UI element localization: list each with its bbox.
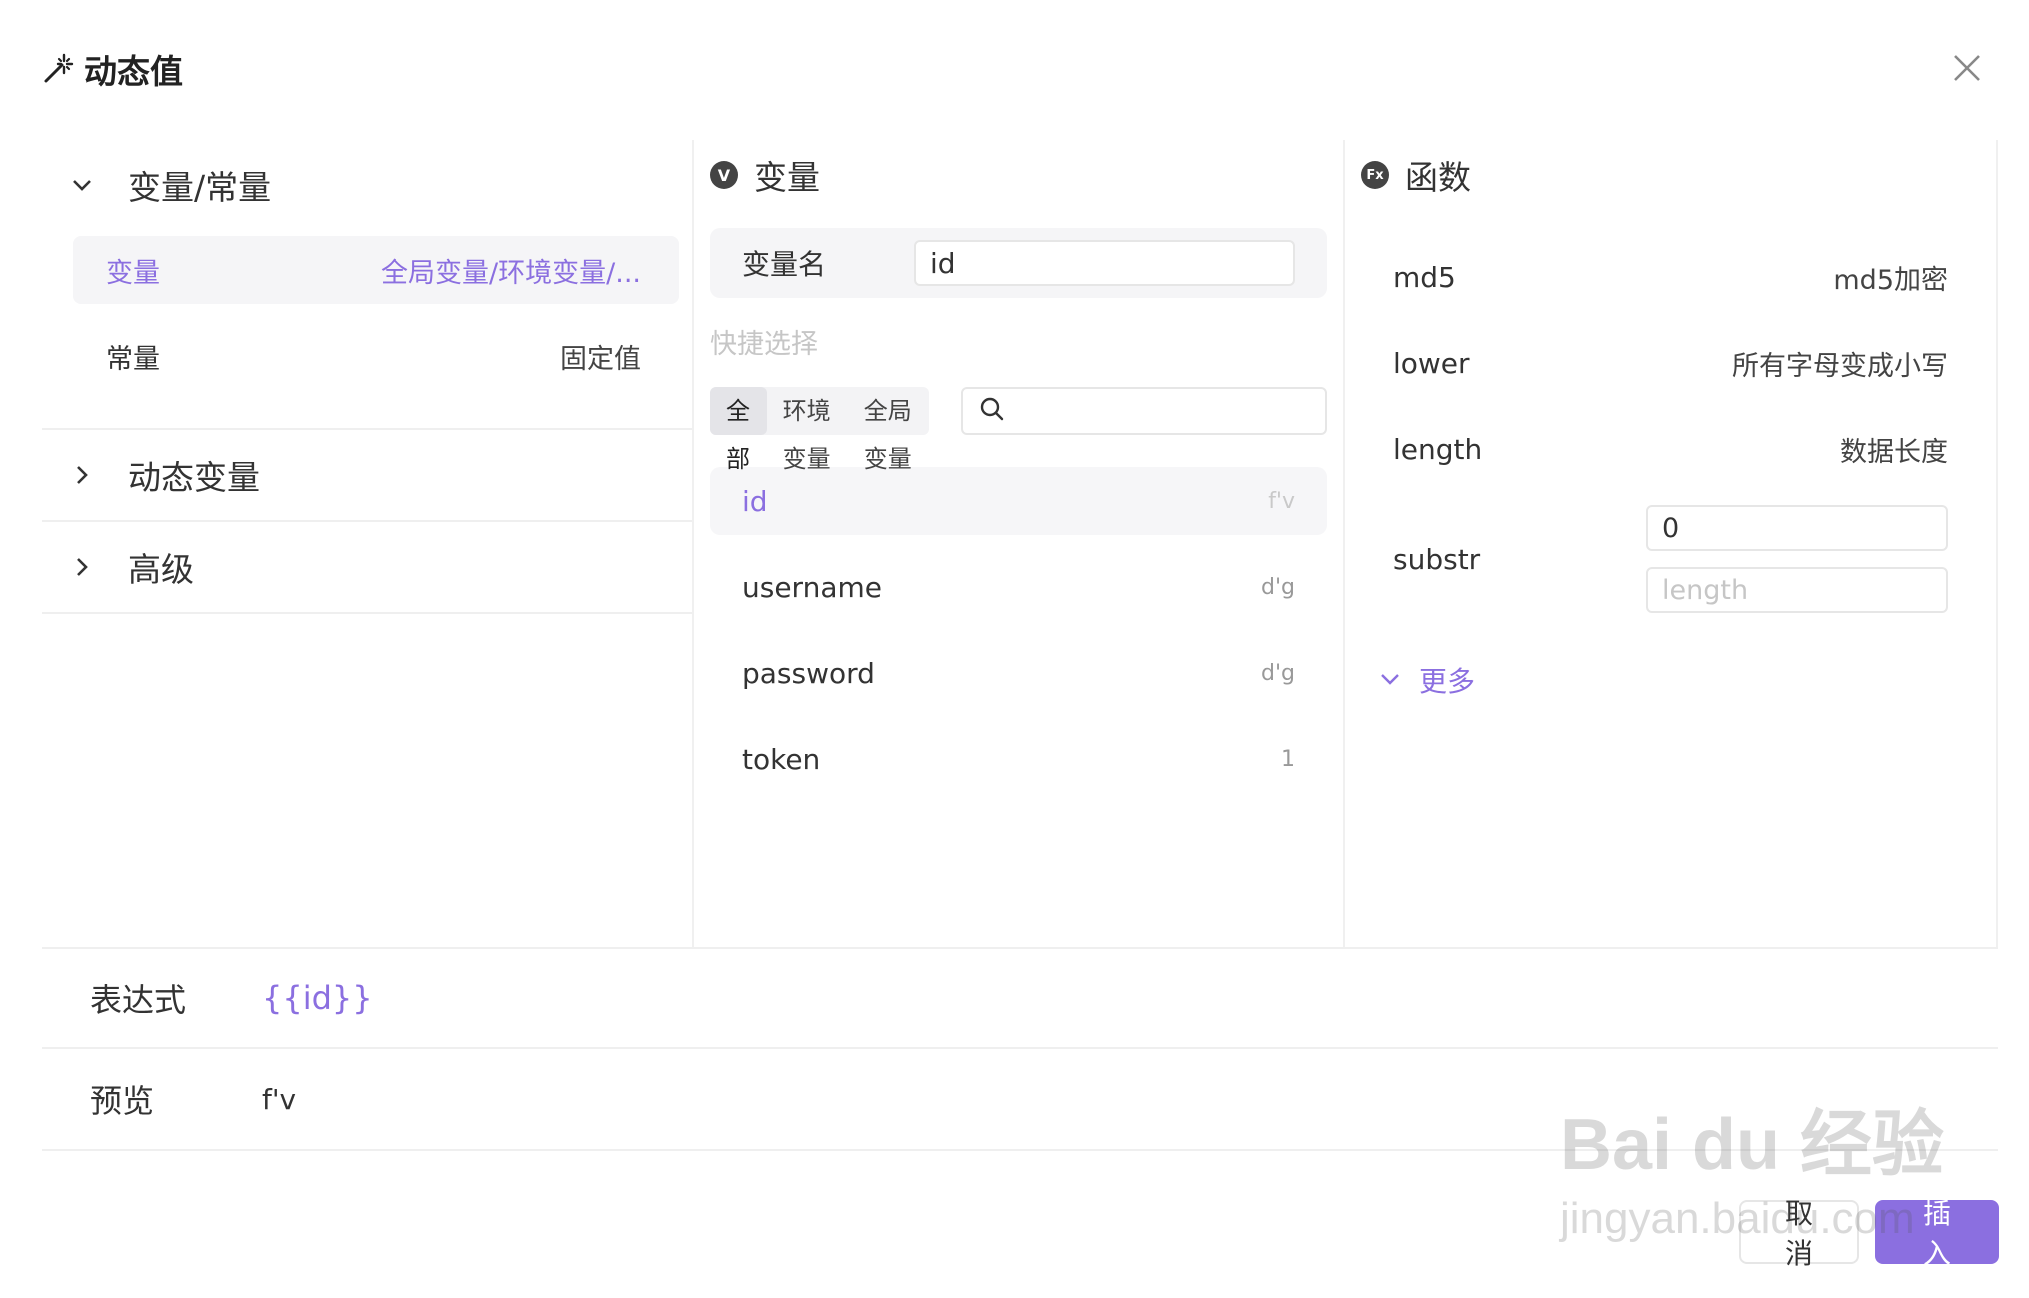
filter-env-vars[interactable]: 环境变量 xyxy=(767,387,848,473)
substr-start-input[interactable] xyxy=(1646,505,1948,551)
dialog-panels: 变量/常量 变量 全局变量/环境变量/... 常量 固定值 动态变量 高级 V … xyxy=(42,140,1998,947)
function-name: substr xyxy=(1393,542,1481,576)
chevron-right-icon xyxy=(70,555,94,579)
magic-wand-icon xyxy=(42,53,74,85)
function-item-substr[interactable]: substr xyxy=(1345,492,1996,626)
variable-badge-icon: V xyxy=(710,161,738,189)
function-list: md5 md5加密 lower 所有字母变成小写 length 数据长度 sub… xyxy=(1345,234,1996,626)
variable-panel: V 变量 变量名 快捷选择 全部 环境变量 全局变量 xyxy=(692,140,1343,947)
category-item-variable[interactable]: 变量 全局变量/环境变量/... xyxy=(73,236,679,304)
variable-item-value: 1 xyxy=(1281,746,1295,772)
category-item-constant[interactable]: 常量 固定值 xyxy=(73,322,679,390)
function-badge-icon: Fx xyxy=(1361,161,1389,189)
variable-item-name: username xyxy=(742,570,882,604)
function-item-lower[interactable]: lower 所有字母变成小写 xyxy=(1345,320,1996,406)
function-name: lower xyxy=(1393,346,1470,380)
function-panel: Fx 函数 md5 md5加密 lower 所有字母变成小写 length 数据… xyxy=(1343,140,1998,947)
filter-global-vars[interactable]: 全局变量 xyxy=(848,387,929,473)
expression-value: {{id}} xyxy=(262,979,373,1017)
category-item-label: 变量 xyxy=(106,257,160,289)
scope-segmented-control: 全部 环境变量 全局变量 xyxy=(710,387,929,473)
function-name: md5 xyxy=(1393,260,1456,294)
section-label: 变量/常量 xyxy=(128,168,272,207)
more-functions-toggle[interactable]: 更多 xyxy=(1345,660,1996,700)
variable-item-token[interactable]: token 1 xyxy=(710,725,1327,793)
section-variables-constants: 变量/常量 变量 全局变量/环境变量/... 常量 固定值 xyxy=(42,140,692,430)
category-item-label: 常量 xyxy=(106,343,160,375)
section-items: 变量 全局变量/环境变量/... 常量 固定值 xyxy=(42,230,692,428)
function-item-md5[interactable]: md5 md5加密 xyxy=(1345,234,1996,320)
variable-search[interactable] xyxy=(961,387,1327,435)
quick-select-label: 快捷选择 xyxy=(710,329,818,360)
search-input[interactable] xyxy=(1015,391,1325,431)
preview-row: 预览 f'v xyxy=(42,1049,1998,1151)
substr-length-input[interactable] xyxy=(1646,567,1948,613)
section-advanced: 高级 xyxy=(42,522,692,614)
cancel-button[interactable]: 取 消 xyxy=(1739,1197,1859,1270)
variable-filters: 全部 环境变量 全局变量 xyxy=(710,387,1327,473)
variable-item-value: d'g xyxy=(1261,660,1295,686)
chevron-right-icon xyxy=(70,463,94,487)
variable-item-name: id xyxy=(742,484,768,518)
filter-all[interactable]: 全部 xyxy=(710,387,767,473)
variable-item-name: password xyxy=(742,656,875,690)
insert-button[interactable]: 插 入 xyxy=(1875,1197,1999,1270)
panel-title: 变量 xyxy=(754,158,820,197)
section-header-advanced[interactable]: 高级 xyxy=(42,522,692,612)
dialog-header: 动态值 xyxy=(42,44,183,94)
variable-item-name: token xyxy=(742,742,821,776)
preview-label: 预览 xyxy=(90,1082,155,1120)
chevron-down-icon xyxy=(1379,664,1401,697)
expression-label: 表达式 xyxy=(90,981,187,1019)
chevron-down-icon xyxy=(70,173,94,197)
expression-row: 表达式 {{id}} xyxy=(42,947,1998,1049)
dialog-title: 动态值 xyxy=(84,52,183,91)
variable-list: id f'v username d'g password d'g token 1 xyxy=(710,467,1327,793)
function-panel-title: Fx 函数 xyxy=(1345,140,1996,210)
function-desc: 数据长度 xyxy=(1840,436,1948,468)
variable-item-password[interactable]: password d'g xyxy=(710,639,1327,707)
variable-item-username[interactable]: username d'g xyxy=(710,553,1327,621)
search-icon xyxy=(979,396,1005,426)
more-label: 更多 xyxy=(1419,665,1476,698)
preview-value: f'v xyxy=(262,1082,297,1116)
category-item-sub: 全局变量/环境变量/... xyxy=(381,257,641,289)
function-desc: 所有字母变成小写 xyxy=(1732,350,1948,382)
section-header-variables-constants[interactable]: 变量/常量 xyxy=(42,140,692,230)
variable-item-value: d'g xyxy=(1261,574,1295,600)
variable-item-value: f'v xyxy=(1268,488,1295,514)
dialog-footer: 取 消 插 入 xyxy=(1739,1197,1999,1270)
variable-name-label: 变量名 xyxy=(742,248,827,281)
function-item-length[interactable]: length 数据长度 xyxy=(1345,406,1996,492)
section-dynamic-variables: 动态变量 xyxy=(42,430,692,522)
function-desc: md5加密 xyxy=(1833,264,1948,296)
variable-name-row: 变量名 xyxy=(710,228,1327,298)
close-icon[interactable] xyxy=(1947,48,1987,88)
category-item-sub: 固定值 xyxy=(560,343,641,375)
section-header-dynamic-variables[interactable]: 动态变量 xyxy=(42,430,692,520)
category-panel: 变量/常量 变量 全局变量/环境变量/... 常量 固定值 动态变量 高级 xyxy=(42,140,692,947)
variable-panel-title: V 变量 xyxy=(694,140,1343,210)
dynamic-value-dialog: 动态值 变量/常量 变量 全局变量/环境变量/... 常量 固定值 动态变量 高… xyxy=(0,0,2029,1298)
section-label: 高级 xyxy=(128,550,194,589)
section-label: 动态变量 xyxy=(128,458,260,497)
panel-title: 函数 xyxy=(1405,158,1471,197)
function-name: length xyxy=(1393,432,1483,466)
variable-name-input[interactable] xyxy=(914,240,1295,286)
substr-params xyxy=(1646,505,1948,613)
